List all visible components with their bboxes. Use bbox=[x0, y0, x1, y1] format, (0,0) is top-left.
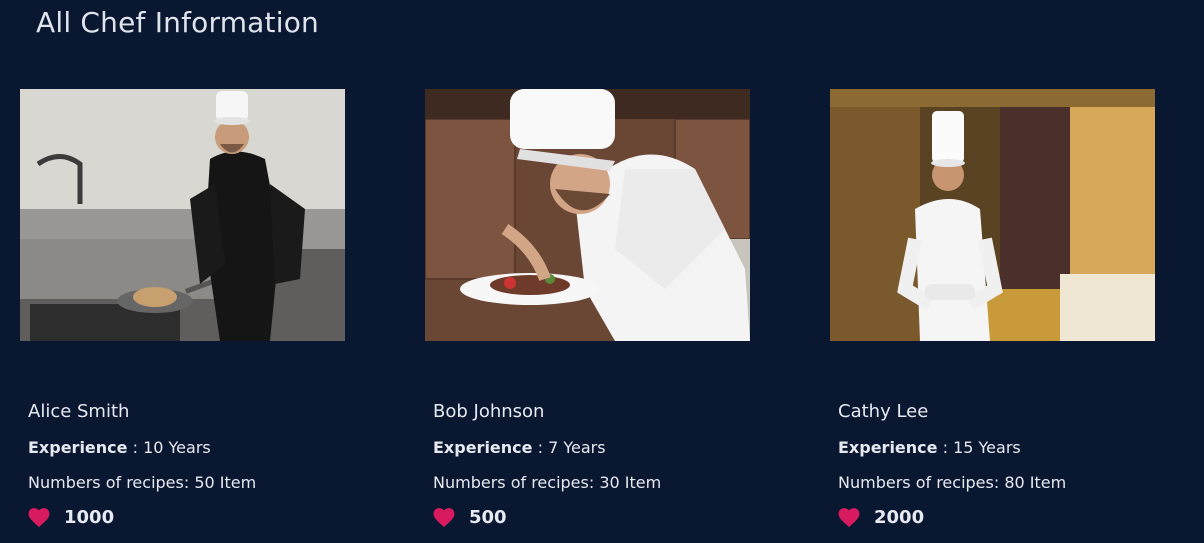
chef-recipes: Numbers of recipes: 50 Item bbox=[28, 473, 256, 492]
chef-photo bbox=[425, 89, 750, 341]
like-button[interactable]: 500 bbox=[433, 507, 507, 528]
like-count: 1000 bbox=[64, 507, 115, 528]
chef-page: All Chef Information Alice Smith Experie… bbox=[0, 0, 1204, 543]
recipes-label: Numbers of recipes: bbox=[28, 473, 195, 492]
experience-value: 7 Years bbox=[548, 438, 606, 457]
chef-card: Cathy Lee Experience : 15 Years Numbers … bbox=[830, 89, 1155, 528]
like-button[interactable]: 1000 bbox=[28, 507, 114, 528]
chef-photo-plating bbox=[425, 89, 750, 341]
recipes-label: Numbers of recipes: bbox=[433, 473, 600, 492]
chef-experience: Experience : 7 Years bbox=[433, 438, 606, 457]
heart-icon[interactable] bbox=[433, 507, 455, 528]
experience-separator: : bbox=[937, 438, 954, 457]
chef-name: Cathy Lee bbox=[838, 401, 929, 422]
chef-recipes: Numbers of recipes: 30 Item bbox=[433, 473, 661, 492]
like-count: 500 bbox=[469, 507, 507, 528]
recipes-value: 50 Item bbox=[194, 473, 257, 492]
chef-photo bbox=[20, 89, 345, 341]
chef-photo-restaurant bbox=[830, 89, 1155, 341]
chef-experience: Experience : 10 Years bbox=[28, 438, 211, 457]
experience-separator: : bbox=[127, 438, 144, 457]
recipes-value: 80 Item bbox=[1004, 473, 1067, 492]
like-count: 2000 bbox=[874, 507, 925, 528]
chef-name: Bob Johnson bbox=[433, 401, 545, 422]
experience-value: 10 Years bbox=[143, 438, 211, 457]
heart-icon[interactable] bbox=[838, 507, 860, 528]
recipes-value: 30 Item bbox=[599, 473, 662, 492]
chef-card: Bob Johnson Experience : 7 Years Numbers… bbox=[425, 89, 750, 528]
chef-recipes: Numbers of recipes: 80 Item bbox=[838, 473, 1066, 492]
recipes-label: Numbers of recipes: bbox=[838, 473, 1005, 492]
like-button[interactable]: 2000 bbox=[838, 507, 924, 528]
experience-value: 15 Years bbox=[953, 438, 1021, 457]
experience-separator: : bbox=[532, 438, 549, 457]
chef-name: Alice Smith bbox=[28, 401, 130, 422]
chef-photo-kitchen bbox=[20, 89, 345, 341]
chef-card-list: Alice Smith Experience : 10 Years Number… bbox=[0, 0, 1204, 543]
experience-label: Experience bbox=[28, 438, 128, 457]
chef-experience: Experience : 15 Years bbox=[838, 438, 1021, 457]
experience-label: Experience bbox=[838, 438, 938, 457]
heart-icon[interactable] bbox=[28, 507, 50, 528]
experience-label: Experience bbox=[433, 438, 533, 457]
chef-card: Alice Smith Experience : 10 Years Number… bbox=[20, 89, 345, 528]
chef-photo bbox=[830, 89, 1155, 341]
